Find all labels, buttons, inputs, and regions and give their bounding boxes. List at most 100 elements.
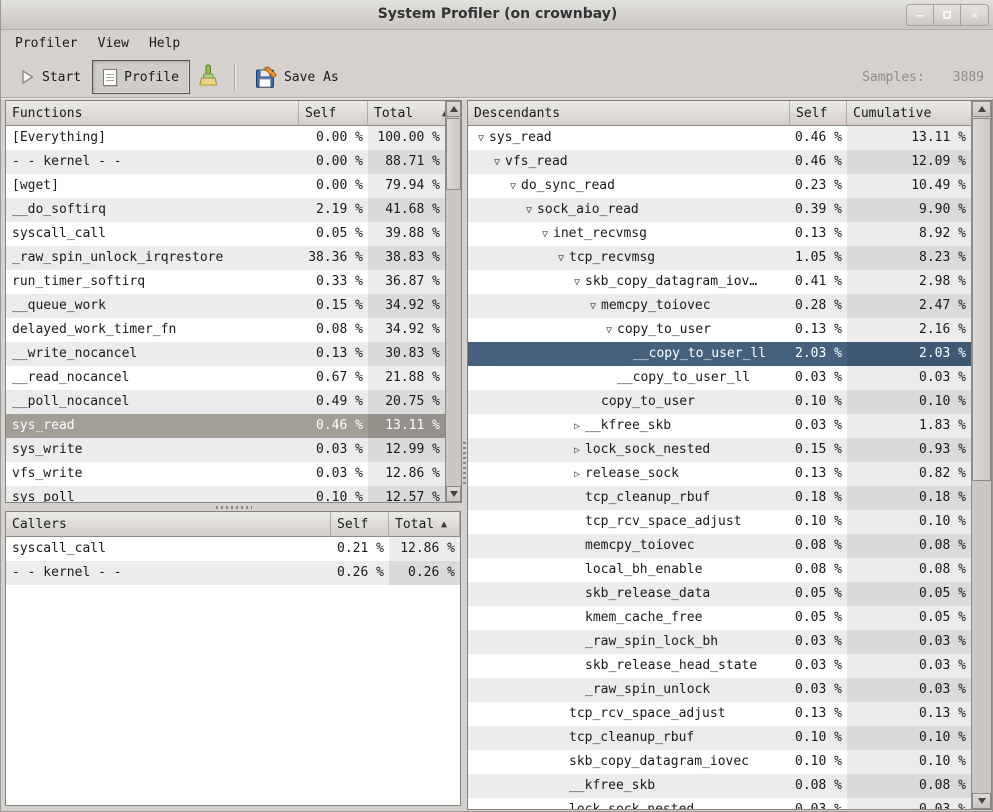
menu-item-view[interactable]: View bbox=[88, 33, 139, 54]
horizontal-splitter[interactable] bbox=[5, 503, 462, 511]
tree-row[interactable]: tcp_cleanup_rbuf0.18 %0.18 % bbox=[468, 486, 971, 510]
column-header-cumulative[interactable]: Cumulative▲ bbox=[847, 101, 991, 126]
tree-row[interactable]: ▽copy_to_user0.13 %2.16 % bbox=[468, 318, 971, 342]
brush-icon bbox=[197, 64, 219, 90]
expander-open-icon[interactable]: ▽ bbox=[601, 319, 617, 342]
table-row[interactable]: vfs_write0.03 %12.86 % bbox=[6, 462, 445, 486]
cell-cumulative: 1.83 % bbox=[847, 414, 971, 438]
reset-button[interactable] bbox=[190, 60, 226, 94]
menu-item-help[interactable]: Help bbox=[139, 33, 190, 54]
table-row[interactable]: sys_write0.03 %12.99 % bbox=[6, 438, 445, 462]
tree-row[interactable]: ▽memcpy_toiovec0.28 %2.47 % bbox=[468, 294, 971, 318]
tree-row[interactable]: copy_to_user0.10 %0.10 % bbox=[468, 390, 971, 414]
maximize-button[interactable] bbox=[934, 5, 961, 25]
scroll-down-button[interactable] bbox=[446, 486, 461, 502]
table-row[interactable]: __poll_nocancel0.49 %20.75 % bbox=[6, 390, 445, 414]
tree-row[interactable]: ▽sock_aio_read0.39 %9.90 % bbox=[468, 198, 971, 222]
tree-row[interactable]: skb_release_data0.05 %0.05 % bbox=[468, 582, 971, 606]
tree-row[interactable]: tcp_cleanup_rbuf0.10 %0.10 % bbox=[468, 726, 971, 750]
start-button[interactable]: Start bbox=[9, 60, 92, 94]
expander-open-icon[interactable]: ▽ bbox=[585, 295, 601, 318]
expander-open-icon[interactable]: ▽ bbox=[473, 127, 489, 150]
tree-row[interactable]: skb_copy_datagram_iovec0.10 %0.10 % bbox=[468, 750, 971, 774]
descendants-scrollbar[interactable] bbox=[971, 101, 991, 809]
save-as-button[interactable]: Save As bbox=[244, 60, 350, 94]
scroll-up-button[interactable] bbox=[972, 101, 991, 117]
table-row[interactable]: [Everything]0.00 %100.00 % bbox=[6, 126, 445, 150]
table-row[interactable]: __do_softirq2.19 %41.68 % bbox=[6, 198, 445, 222]
cell-self: 0.05 % bbox=[299, 222, 368, 246]
menu-item-profiler[interactable]: Profiler bbox=[5, 33, 88, 54]
table-row[interactable]: syscall_call0.05 %39.88 % bbox=[6, 222, 445, 246]
table-row[interactable]: __read_nocancel0.67 %21.88 % bbox=[6, 366, 445, 390]
functions-scrollbar[interactable] bbox=[445, 101, 461, 502]
tree-row[interactable]: __copy_to_user_ll2.03 %2.03 % bbox=[468, 342, 971, 366]
cell-self: 0.00 % bbox=[299, 150, 368, 174]
expander-closed-icon[interactable]: ▷ bbox=[569, 463, 585, 486]
column-header-callers[interactable]: Callers bbox=[6, 512, 331, 537]
table-row[interactable]: sys_read0.46 %13.11 % bbox=[6, 414, 445, 438]
titlebar[interactable]: System Profiler (on crownbay) – ✕ bbox=[1, 0, 993, 30]
tree-row[interactable]: kmem_cache_free0.05 %0.05 % bbox=[468, 606, 971, 630]
profile-button[interactable]: Profile bbox=[92, 60, 190, 94]
tree-row[interactable]: memcpy_toiovec0.08 %0.08 % bbox=[468, 534, 971, 558]
column-header-total[interactable]: Total▲ bbox=[389, 512, 460, 537]
tree-row[interactable]: ▽vfs_read0.46 %12.09 % bbox=[468, 150, 971, 174]
column-header-self[interactable]: Self bbox=[331, 512, 389, 537]
expander-open-icon[interactable]: ▽ bbox=[505, 175, 521, 198]
table-row[interactable]: delayed_work_timer_fn0.08 %34.92 % bbox=[6, 318, 445, 342]
tree-row[interactable]: ▽tcp_recvmsg1.05 %8.23 % bbox=[468, 246, 971, 270]
tree-row[interactable]: local_bh_enable0.08 %0.08 % bbox=[468, 558, 971, 582]
expander-closed-icon[interactable]: ▷ bbox=[569, 439, 585, 462]
expander-open-icon[interactable]: ▽ bbox=[553, 247, 569, 270]
tree-row[interactable]: lock_sock_nested0.03 %0.03 % bbox=[468, 798, 971, 809]
scroll-thumb[interactable] bbox=[972, 118, 991, 481]
cell-function-name: __poll_nocancel bbox=[6, 390, 299, 414]
expander-open-icon[interactable]: ▽ bbox=[537, 223, 553, 246]
tree-row[interactable]: tcp_rcv_space_adjust0.10 %0.10 % bbox=[468, 510, 971, 534]
table-row[interactable]: __write_nocancel0.13 %30.83 % bbox=[6, 342, 445, 366]
expander-closed-icon[interactable]: ▷ bbox=[569, 415, 585, 438]
close-button[interactable]: ✕ bbox=[961, 5, 988, 25]
scroll-down-button[interactable] bbox=[972, 793, 991, 809]
cell-cumulative: 0.13 % bbox=[847, 702, 971, 726]
scroll-thumb[interactable] bbox=[446, 118, 461, 190]
function-name: tcp_cleanup_rbuf bbox=[585, 490, 710, 505]
expander-open-icon[interactable]: ▽ bbox=[489, 151, 505, 174]
column-header-self[interactable]: Self bbox=[790, 101, 847, 126]
tree-row[interactable]: ▽do_sync_read0.23 %10.49 % bbox=[468, 174, 971, 198]
minimize-button[interactable]: – bbox=[907, 5, 934, 25]
tree-row[interactable]: ▷lock_sock_nested0.15 %0.93 % bbox=[468, 438, 971, 462]
tree-row[interactable]: _raw_spin_unlock0.03 %0.03 % bbox=[468, 678, 971, 702]
scroll-up-button[interactable] bbox=[446, 101, 461, 117]
tree-row[interactable]: skb_release_head_state0.03 %0.03 % bbox=[468, 654, 971, 678]
table-row[interactable]: __queue_work0.15 %34.92 % bbox=[6, 294, 445, 318]
tree-row[interactable]: ▽inet_recvmsg0.13 %8.92 % bbox=[468, 222, 971, 246]
function-name: copy_to_user bbox=[617, 322, 711, 337]
splitter-grip bbox=[216, 506, 252, 509]
tree-row[interactable]: ▷release_sock0.13 %0.82 % bbox=[468, 462, 971, 486]
tree-row[interactable]: __kfree_skb0.08 %0.08 % bbox=[468, 774, 971, 798]
table-row[interactable]: - - kernel - -0.26 %0.26 % bbox=[6, 561, 460, 585]
tree-row[interactable]: __copy_to_user_ll0.03 %0.03 % bbox=[468, 366, 971, 390]
expander-open-icon[interactable]: ▽ bbox=[521, 199, 537, 222]
tree-row[interactable]: _raw_spin_lock_bh0.03 %0.03 % bbox=[468, 630, 971, 654]
tree-row[interactable]: ▽sys_read0.46 %13.11 % bbox=[468, 126, 971, 150]
cell-total: 88.71 % bbox=[368, 150, 445, 174]
table-row[interactable]: sys_poll0.10 %12.57 % bbox=[6, 486, 445, 502]
table-row[interactable]: - - kernel - -0.00 %88.71 % bbox=[6, 150, 445, 174]
expander-open-icon[interactable]: ▽ bbox=[569, 271, 585, 294]
table-row[interactable]: syscall_call0.21 %12.86 % bbox=[6, 537, 460, 561]
table-row[interactable]: [wget]0.00 %79.94 % bbox=[6, 174, 445, 198]
column-header-descendants[interactable]: Descendants bbox=[468, 101, 790, 126]
cell-self: 0.08 % bbox=[790, 558, 847, 582]
table-row[interactable]: run_timer_softirq0.33 %36.87 % bbox=[6, 270, 445, 294]
column-header-functions[interactable]: Functions bbox=[6, 101, 299, 126]
tree-row[interactable]: ▷__kfree_skb0.03 %1.83 % bbox=[468, 414, 971, 438]
column-header-label: Self bbox=[305, 102, 336, 125]
cell-self: 0.33 % bbox=[299, 270, 368, 294]
table-row[interactable]: _raw_spin_unlock_irqrestore38.36 %38.83 … bbox=[6, 246, 445, 270]
tree-row[interactable]: ▽skb_copy_datagram_iov…0.41 %2.98 % bbox=[468, 270, 971, 294]
tree-row[interactable]: tcp_rcv_space_adjust0.13 %0.13 % bbox=[468, 702, 971, 726]
column-header-self[interactable]: Self bbox=[299, 101, 368, 126]
